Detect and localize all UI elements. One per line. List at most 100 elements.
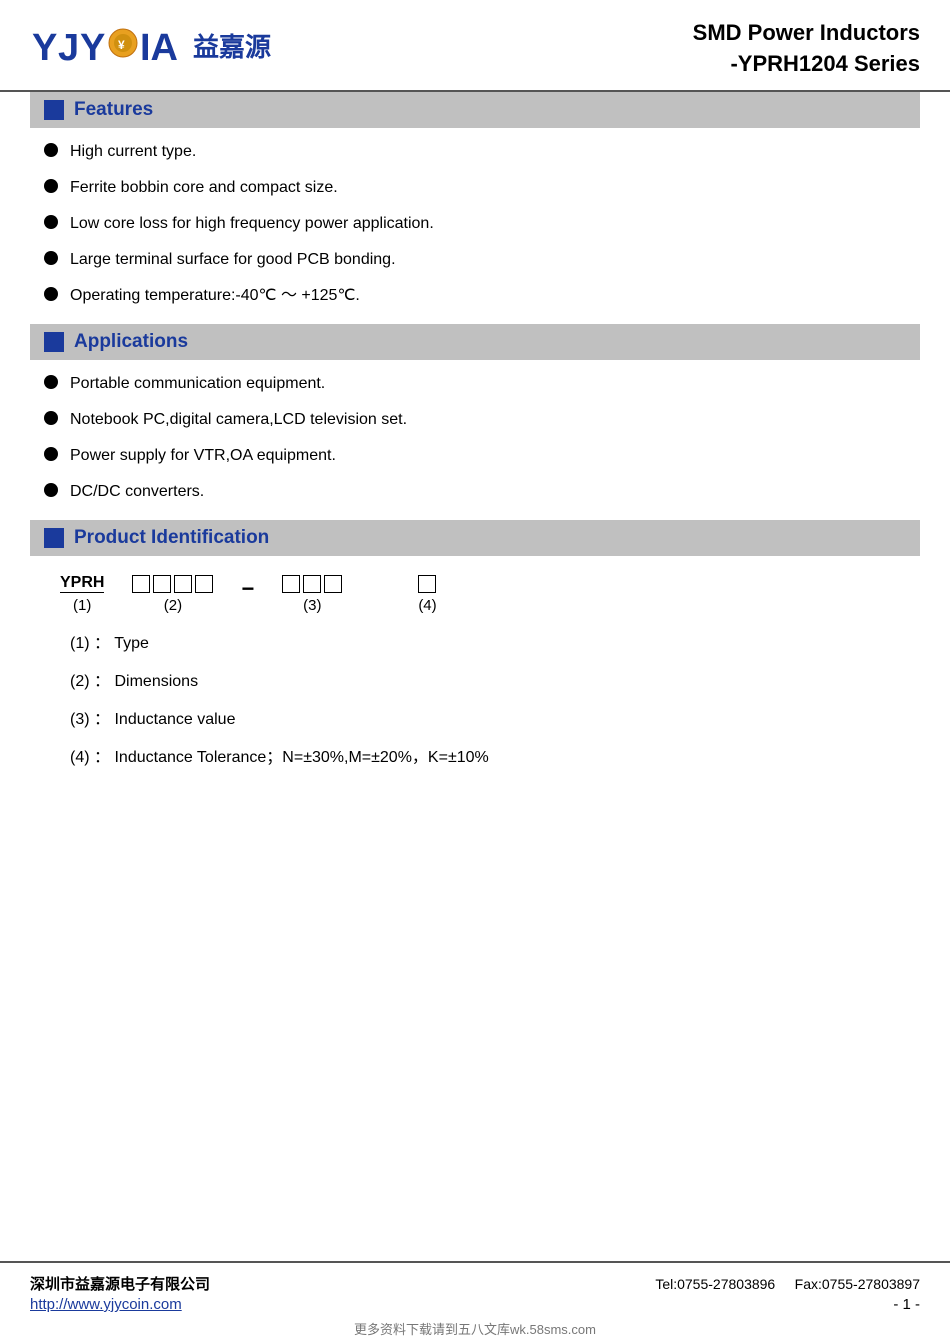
app-item-2: Notebook PC,digital camera,LCD televisio… (70, 408, 407, 432)
bullet-icon (44, 251, 58, 265)
detail-num-1: (1) (70, 635, 90, 652)
feature-item-2: Ferrite bobbin core and compact size. (70, 176, 338, 200)
header: Y J Y ¥ IA 益嘉源 SMD Power Inductors -YPRH… (0, 0, 950, 92)
applications-title: Applications (74, 331, 188, 353)
diagram-num-4: (4) (418, 597, 436, 614)
box (132, 575, 150, 593)
feature-item-4: Large terminal surface for good PCB bond… (70, 248, 396, 272)
diagram-group-1: YPRH (1) (60, 574, 104, 614)
bullet-icon (44, 179, 58, 193)
logo-icon: Y J Y ¥ IA (30, 18, 185, 73)
title-line1: SMD Power Inductors (693, 18, 920, 49)
bullet-icon (44, 411, 58, 425)
detail-colon-1: ： (94, 635, 110, 652)
box (303, 575, 321, 593)
box (153, 575, 171, 593)
diagram-num-3: (3) (303, 597, 321, 614)
box (282, 575, 300, 593)
product-id-section: Product Identification YPRH (1) (30, 520, 920, 770)
bullet-icon (44, 287, 58, 301)
page: Y J Y ¥ IA 益嘉源 SMD Power Inductors -YPRH… (0, 0, 950, 1344)
diagram-group-3: (3) (282, 575, 342, 614)
diagram-boxes-4 (418, 575, 436, 593)
applications-list: Portable communication equipment. Notebo… (44, 372, 920, 504)
feature-item-3: Low core loss for high frequency power a… (70, 212, 434, 236)
list-item: DC/DC converters. (44, 480, 920, 504)
features-title: Features (74, 99, 153, 121)
bullet-icon (44, 143, 58, 157)
applications-bar-icon (44, 332, 64, 352)
product-id-title: Product Identification (74, 527, 269, 549)
applications-section: Applications Portable communication equi… (30, 324, 920, 504)
detail-desc-3: Inductance value (114, 711, 235, 728)
diagram-boxes-2 (132, 575, 213, 593)
footer-contact: Tel:0755-27803896 Fax:0755-27803897 (655, 1276, 920, 1292)
title-line2: -YPRH1204 Series (693, 49, 920, 80)
diagram-group-2: (2) (132, 575, 213, 614)
features-list: High current type. Ferrite bobbin core a… (44, 140, 920, 308)
detail-colon-3: ： (94, 711, 110, 728)
diagram-group-4: (4) (418, 575, 436, 614)
features-section: Features High current type. Ferrite bobb… (30, 92, 920, 308)
footer-watermark: 更多资料下载请到五八文库wk.58sms.com (30, 1319, 920, 1338)
detail-item-1: (1) ： Type (70, 632, 920, 656)
diagram-dash: − (241, 576, 254, 602)
svg-text:Y: Y (80, 27, 105, 69)
detail-num-4: (4) (70, 749, 90, 766)
features-bar: Features (30, 92, 920, 128)
detail-item-3: (3) ： Inductance value (70, 708, 920, 732)
list-item: Portable communication equipment. (44, 372, 920, 396)
detail-colon-2: ： (94, 673, 110, 690)
footer-url[interactable]: http://www.yjycoin.com (30, 1296, 182, 1313)
diagram-boxes-3 (282, 575, 342, 593)
diagram-num-2: (2) (164, 597, 182, 614)
product-id-diagram: YPRH (1) (2) − (60, 574, 920, 614)
features-bar-icon (44, 100, 64, 120)
header-title: SMD Power Inductors -YPRH1204 Series (693, 18, 920, 80)
list-item: Ferrite bobbin core and compact size. (44, 176, 920, 200)
list-item: Operating temperature:-40℃ ～ +125℃. (44, 284, 920, 308)
list-item: Low core loss for high frequency power a… (44, 212, 920, 236)
detail-desc-4: Inductance Tolerance；N=±30%,M=±20%，K=±10… (114, 749, 488, 766)
list-item: High current type. (44, 140, 920, 164)
footer-fax: Fax:0755-27803897 (795, 1276, 920, 1292)
bullet-icon (44, 215, 58, 229)
detail-item-4: (4) ： Inductance Tolerance；N=±30%,M=±20%… (70, 746, 920, 770)
app-item-1: Portable communication equipment. (70, 372, 325, 396)
list-item: Power supply for VTR,OA equipment. (44, 444, 920, 468)
detail-desc-1: Type (114, 635, 149, 652)
bullet-icon (44, 483, 58, 497)
diagram-label-yprh: YPRH (60, 574, 104, 593)
footer-row1: 深圳市益嘉源电子有限公司 Tel:0755-27803896 Fax:0755-… (30, 1273, 920, 1294)
svg-text:Y: Y (32, 27, 57, 69)
logo-area: Y J Y ¥ IA 益嘉源 (30, 18, 271, 73)
logo-cn-text: 益嘉源 (193, 27, 271, 64)
detail-colon-4: ： (94, 749, 110, 766)
feature-item-1: High current type. (70, 140, 196, 164)
box (418, 575, 436, 593)
main-content: Features High current type. Ferrite bobb… (0, 92, 950, 1024)
content-spacer (0, 1023, 950, 1261)
box (324, 575, 342, 593)
bullet-icon (44, 447, 58, 461)
footer-tel: Tel:0755-27803896 (655, 1276, 775, 1292)
detail-desc-2: Dimensions (114, 673, 198, 690)
product-id-details: (1) ： Type (2) ： Dimensions (3) ： Induct… (70, 632, 920, 770)
box (195, 575, 213, 593)
bullet-icon (44, 375, 58, 389)
svg-text:¥: ¥ (118, 38, 125, 52)
product-id-bar-icon (44, 528, 64, 548)
svg-text:IA: IA (140, 27, 178, 69)
detail-num-3: (3) (70, 711, 90, 728)
footer-page: - 1 - (893, 1296, 920, 1313)
footer-row2: http://www.yjycoin.com - 1 - (30, 1296, 920, 1313)
footer-company: 深圳市益嘉源电子有限公司 (30, 1273, 210, 1294)
list-item: Notebook PC,digital camera,LCD televisio… (44, 408, 920, 432)
box (174, 575, 192, 593)
applications-bar: Applications (30, 324, 920, 360)
app-item-3: Power supply for VTR,OA equipment. (70, 444, 336, 468)
diagram-num-1: (1) (73, 597, 91, 614)
detail-item-2: (2) ： Dimensions (70, 670, 920, 694)
feature-item-5: Operating temperature:-40℃ ～ +125℃. (70, 284, 360, 308)
product-id-bar: Product Identification (30, 520, 920, 556)
